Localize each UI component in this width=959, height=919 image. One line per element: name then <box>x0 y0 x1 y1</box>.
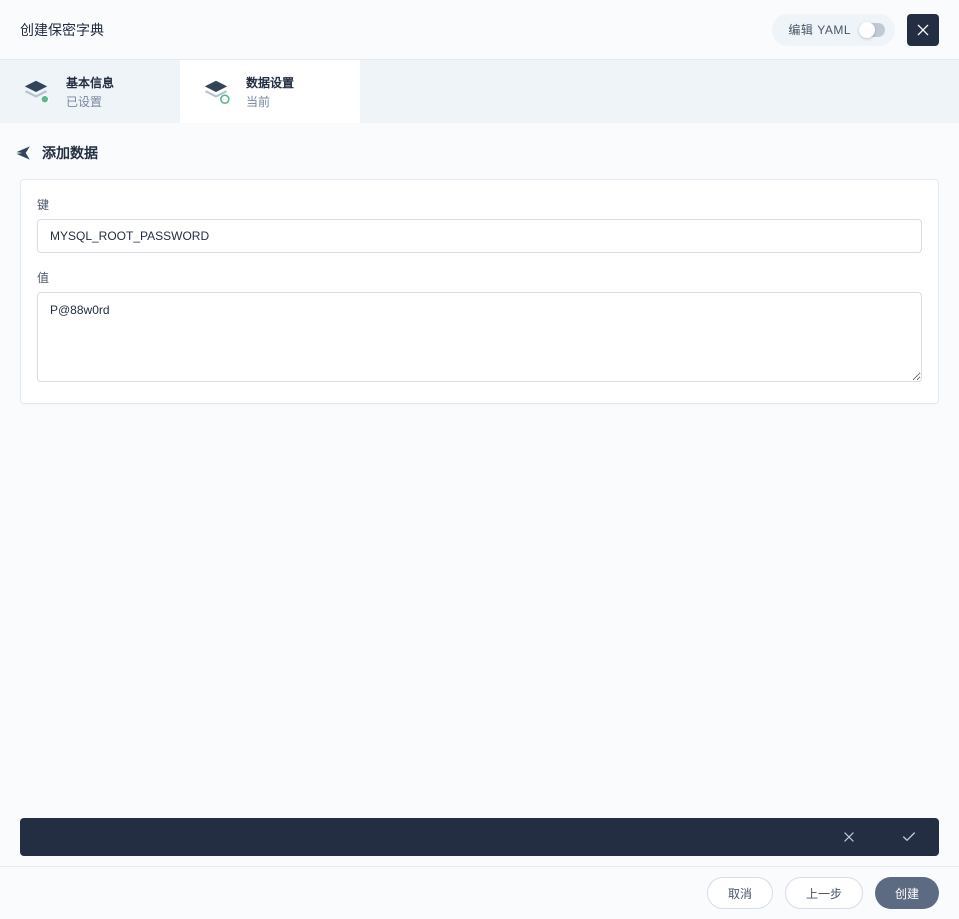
yaml-toggle[interactable]: 编辑 YAML <box>772 14 895 46</box>
step-text: 基本信息 已设置 <box>66 74 114 110</box>
step-title: 数据设置 <box>246 74 294 91</box>
close-icon <box>915 22 931 38</box>
key-label: 键 <box>37 196 922 213</box>
form-card: 键 值 <box>20 179 939 404</box>
prev-button[interactable]: 上一步 <box>785 877 863 909</box>
cancel-action-button[interactable] <box>839 827 859 847</box>
toggle-switch[interactable] <box>859 23 885 37</box>
header-actions: 编辑 YAML <box>772 14 939 46</box>
step-data-settings[interactable]: 数据设置 当前 <box>180 60 360 123</box>
section-title: 添加数据 <box>42 143 98 163</box>
check-icon <box>901 829 917 845</box>
step-status: 当前 <box>246 93 294 110</box>
section-header: 添加数据 <box>14 143 939 163</box>
step-basic-info[interactable]: 基本信息 已设置 <box>0 60 180 123</box>
step-nav: 基本信息 已设置 数据设置 当前 <box>0 60 959 123</box>
action-bar <box>20 818 939 856</box>
form-group-value: 值 <box>37 269 922 387</box>
layers-icon <box>200 76 232 108</box>
dialog-title: 创建保密字典 <box>20 20 104 40</box>
form-group-key: 键 <box>37 196 922 253</box>
create-button[interactable]: 创建 <box>875 877 939 909</box>
key-input[interactable] <box>37 219 922 253</box>
send-icon <box>14 143 34 163</box>
layers-icon <box>20 76 52 108</box>
step-title: 基本信息 <box>66 74 114 91</box>
step-status: 已设置 <box>66 93 114 110</box>
content-area: 添加数据 键 值 <box>0 123 959 866</box>
dialog-header: 创建保密字典 编辑 YAML <box>0 0 959 60</box>
yaml-toggle-label: 编辑 YAML <box>788 21 851 38</box>
close-icon <box>842 830 856 844</box>
value-textarea[interactable] <box>37 292 922 382</box>
confirm-action-button[interactable] <box>899 827 919 847</box>
cancel-button[interactable]: 取消 <box>707 877 773 909</box>
close-button[interactable] <box>907 14 939 46</box>
value-label: 值 <box>37 269 922 286</box>
dialog-footer: 取消 上一步 创建 <box>0 866 959 919</box>
step-text: 数据设置 当前 <box>246 74 294 110</box>
